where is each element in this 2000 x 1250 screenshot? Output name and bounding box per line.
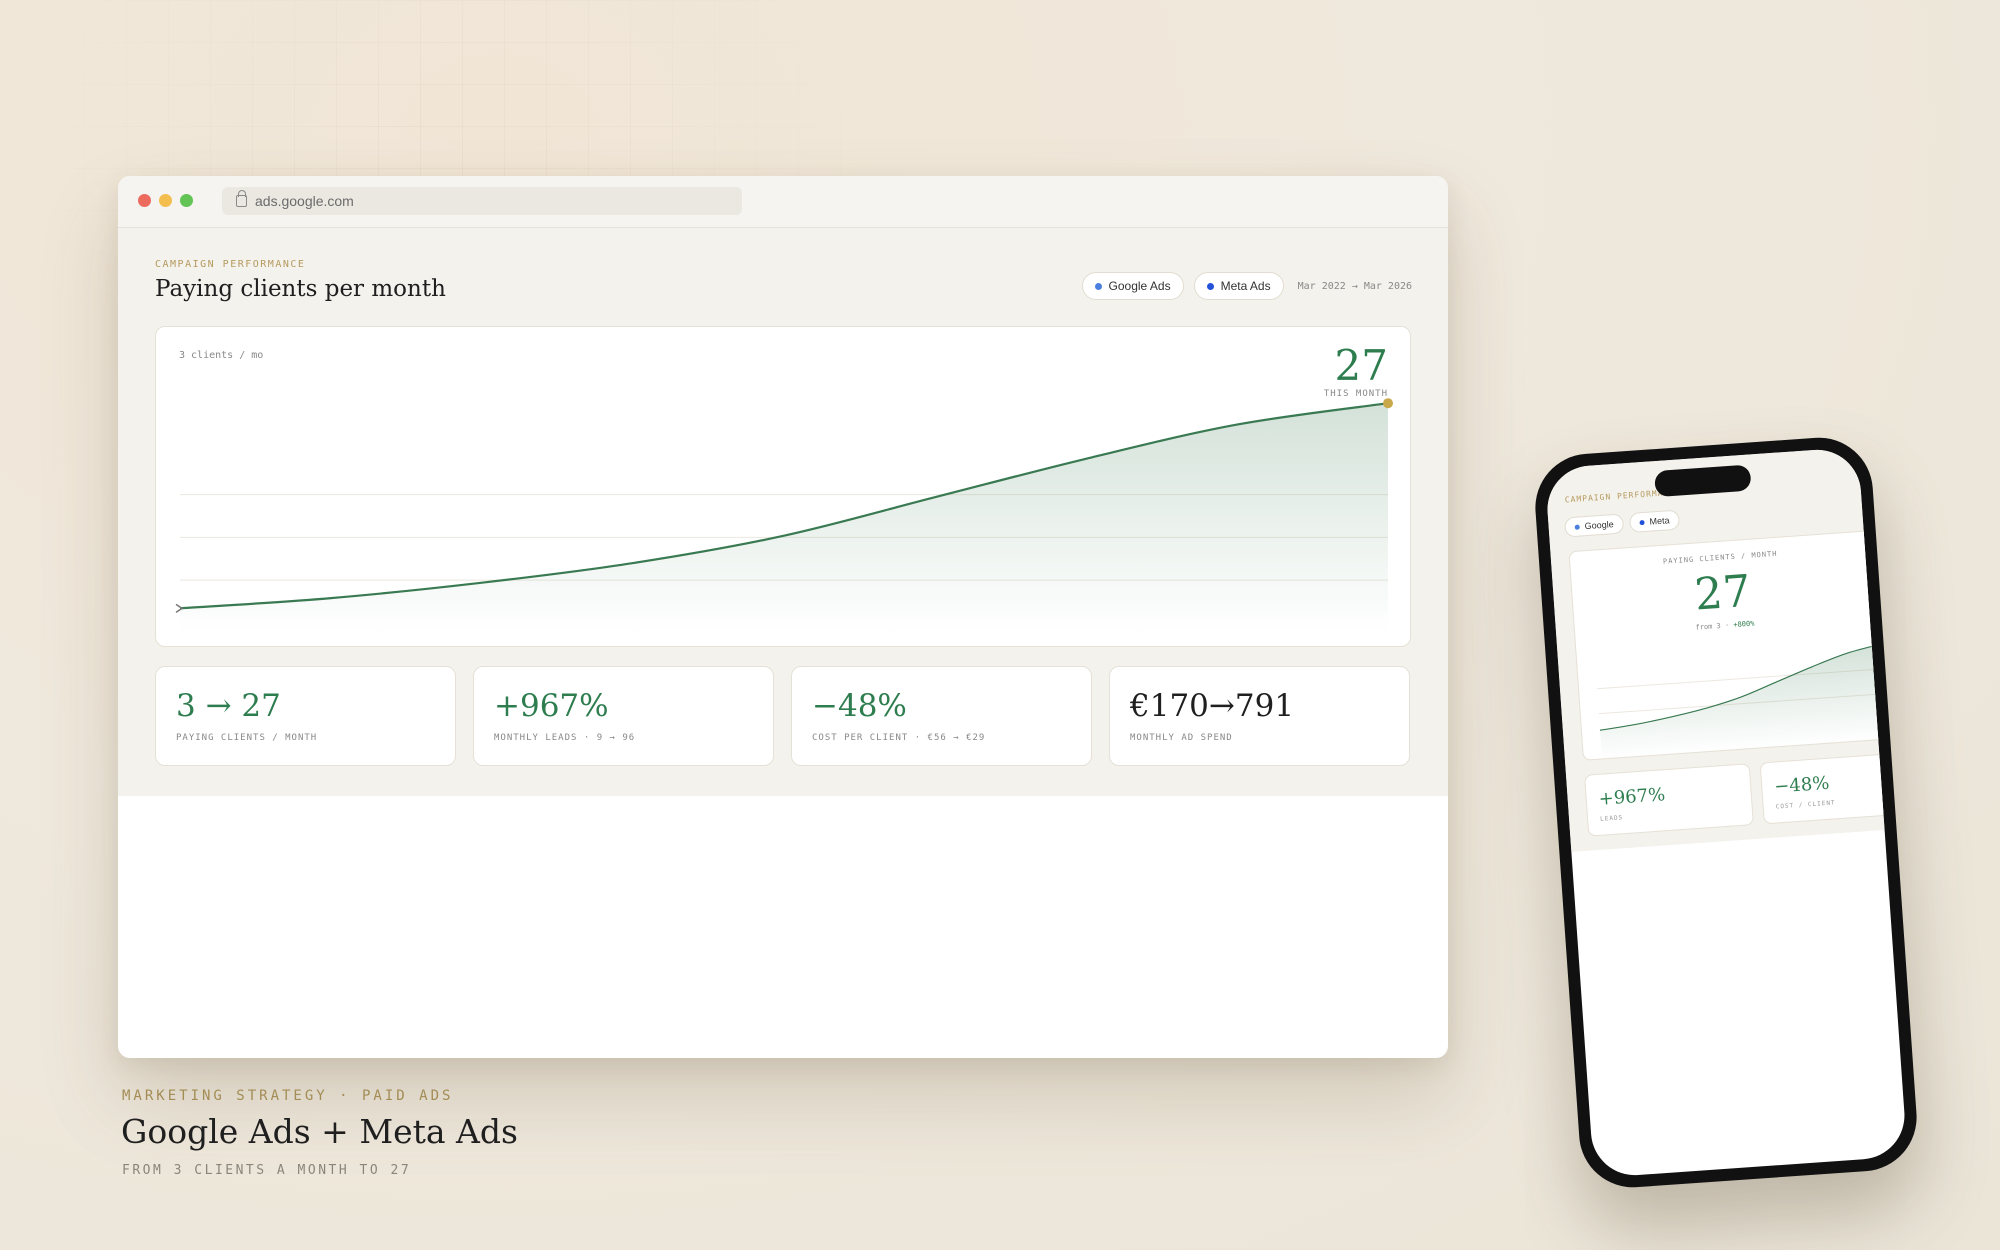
phone-dashboard: CAMPAIGN PERFORMANCE Google Meta PAYING … — [1544, 446, 1908, 852]
phone-legend: Google Meta — [1564, 509, 1681, 538]
kpi-card-cost-per-client: −48% COST PER CLIENT · €56 → €29 — [791, 666, 1092, 766]
legend-google-ads-label: Google Ads — [1108, 279, 1171, 293]
chart-card: 3 clients / mo 27 THIS MONTH — [155, 326, 1411, 647]
section-eyebrow: CAMPAIGN PERFORMANCE — [155, 259, 306, 270]
kpi-value: €170→791 — [1130, 688, 1295, 724]
browser-titlebar: ads.google.com — [118, 176, 1448, 228]
kpi-value: −48% — [812, 688, 907, 724]
minimize-window-button[interactable] — [159, 194, 172, 207]
series-area — [1599, 643, 1890, 761]
phone-legend-google[interactable]: Google — [1564, 513, 1625, 538]
close-window-button[interactable] — [138, 194, 151, 207]
maximize-window-button[interactable] — [180, 194, 193, 207]
phone-kpi-value: +967% — [1598, 784, 1666, 810]
page-title: Paying clients per month — [155, 276, 446, 302]
legend-google-ads[interactable]: Google Ads — [1081, 272, 1184, 300]
caption-eyebrow: MARKETING STRATEGY · PAID ADS — [122, 1088, 454, 1104]
kpi-value: +967% — [494, 688, 609, 724]
kpi-row: 3 → 27 PAYING CLIENTS / MONTH +967% MONT… — [155, 666, 1410, 766]
lock-icon — [236, 190, 247, 207]
phone-kpi-value: −48% — [1773, 772, 1831, 798]
phone-mockup: CAMPAIGN PERFORMANCE Google Meta PAYING … — [1531, 434, 1921, 1191]
address-bar[interactable]: ads.google.com — [222, 187, 742, 215]
series-area — [180, 403, 1388, 634]
browser-window: ads.google.com CAMPAIGN PERFORMANCE Payi… — [118, 176, 1448, 1058]
clients-area-chart — [175, 398, 1393, 634]
kpi-card-clients: 3 → 27 PAYING CLIENTS / MONTH — [155, 666, 456, 766]
phone-card-label: PAYING CLIENTS / MONTH — [1662, 549, 1778, 566]
dashboard-content: CAMPAIGN PERFORMANCE Paying clients per … — [118, 228, 1448, 796]
current-value-block: 27 THIS MONTH — [1323, 341, 1388, 400]
phone-area-chart — [1597, 643, 1890, 761]
phone-from-change: +800% — [1733, 619, 1755, 630]
phone-legend-meta-label: Meta — [1649, 515, 1670, 527]
kpi-card-leads: +967% MONTHLY LEADS · 9 → 96 — [473, 666, 774, 766]
phone-kpi-cost: −48% COST / CLIENT — [1759, 750, 1908, 825]
phone-screen: CAMPAIGN PERFORMANCE Google Meta PAYING … — [1544, 446, 1908, 1179]
address-bar-url: ads.google.com — [255, 193, 354, 209]
meta-ads-swatch-icon — [1206, 282, 1214, 290]
kpi-label: MONTHLY LEADS · 9 → 96 — [494, 733, 636, 744]
kpi-label: MONTHLY AD SPEND — [1130, 733, 1233, 744]
phone-chart-card: PAYING CLIENTS / MONTH 27 from 3 · +800% — [1568, 529, 1903, 761]
meta-swatch-icon — [1639, 519, 1645, 525]
phone-kpi-label: LEADS — [1599, 814, 1624, 823]
phone-kpi-leads: +967% LEADS — [1584, 763, 1754, 837]
caption-subtitle: FROM 3 CLIENTS A MONTH TO 27 — [122, 1163, 412, 1178]
chart-start-label: 3 clients / mo — [179, 350, 264, 361]
phone-big-value: 27 — [1692, 565, 1753, 621]
kpi-label: COST PER CLIENT · €56 → €29 — [812, 733, 986, 744]
kpi-card-ad-spend: €170→791 MONTHLY AD SPEND — [1109, 666, 1410, 766]
phone-from-prefix: from 3 · — [1695, 621, 1734, 632]
google-swatch-icon — [1574, 524, 1580, 530]
phone-legend-google-label: Google — [1584, 519, 1614, 532]
current-value: 27 — [1334, 341, 1388, 390]
legend-meta-ads-label: Meta Ads — [1220, 279, 1271, 293]
caption-title: Google Ads + Meta Ads — [121, 1112, 518, 1151]
chart-legend: Google Ads Meta Ads Mar 2022 → Mar 2026 — [1081, 272, 1412, 300]
current-marker — [1383, 398, 1393, 409]
legend-meta-ads[interactable]: Meta Ads — [1193, 272, 1284, 300]
phone-legend-meta[interactable]: Meta — [1628, 509, 1681, 533]
date-range: Mar 2022 → Mar 2026 — [1297, 280, 1412, 292]
kpi-label: PAYING CLIENTS / MONTH — [176, 733, 318, 744]
current-value-label: THIS MONTH — [1323, 389, 1388, 399]
kpi-value: 3 → 27 — [176, 688, 281, 724]
phone-kpi-row: +967% LEADS −48% COST / CLIENT — [1584, 750, 1908, 837]
phone-kpi-label: COST / CLIENT — [1775, 799, 1836, 811]
google-ads-swatch-icon — [1094, 282, 1102, 290]
